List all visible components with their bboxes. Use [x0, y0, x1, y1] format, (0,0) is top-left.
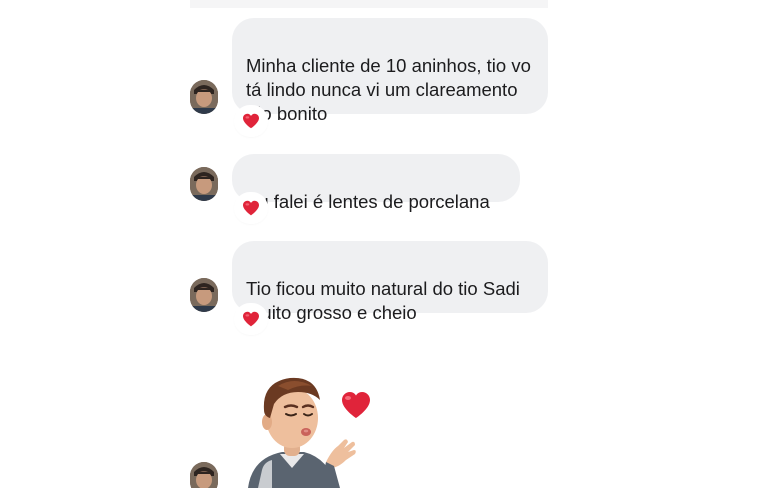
message-thread[interactable]: Minha cliente de 10 aninhos, tio vo tá l… — [190, 0, 548, 488]
heart-icon — [243, 200, 259, 216]
chat-screen: Minha cliente de 10 aninhos, tio vo tá l… — [0, 0, 768, 488]
heart-reaction[interactable] — [236, 194, 266, 222]
sender-avatar[interactable] — [190, 80, 218, 114]
message-bubble[interactable]: Tio ficou muito natural do tio Sadi muit… — [232, 241, 548, 323]
sender-avatar[interactable] — [190, 462, 218, 488]
avatar-photo-icon — [190, 462, 218, 488]
avatar-photo-icon — [190, 167, 218, 201]
message-text: Tio ficou muito natural do tio Sadi muit… — [246, 278, 520, 323]
message-bubble[interactable]: Eu falei é lentes de porcelana — [232, 154, 520, 212]
avatar-photo-icon — [190, 80, 218, 114]
heart-icon — [243, 311, 259, 327]
heart-reaction[interactable] — [236, 107, 266, 135]
kiss-sticker-icon — [248, 377, 370, 488]
sender-avatar[interactable] — [190, 167, 218, 201]
avatar-photo-icon — [190, 278, 218, 312]
previous-message-edge — [190, 0, 548, 8]
message-bubble[interactable]: Minha cliente de 10 aninhos, tio vo tá l… — [232, 18, 548, 124]
sender-avatar[interactable] — [190, 278, 218, 312]
heart-reaction[interactable] — [236, 305, 266, 333]
message-text: Minha cliente de 10 aninhos, tio vo tá l… — [246, 55, 531, 124]
message-text: Eu falei é lentes de porcelana — [246, 191, 490, 212]
blowing-kiss-avatar-sticker[interactable] — [242, 370, 382, 488]
heart-icon — [243, 113, 259, 129]
